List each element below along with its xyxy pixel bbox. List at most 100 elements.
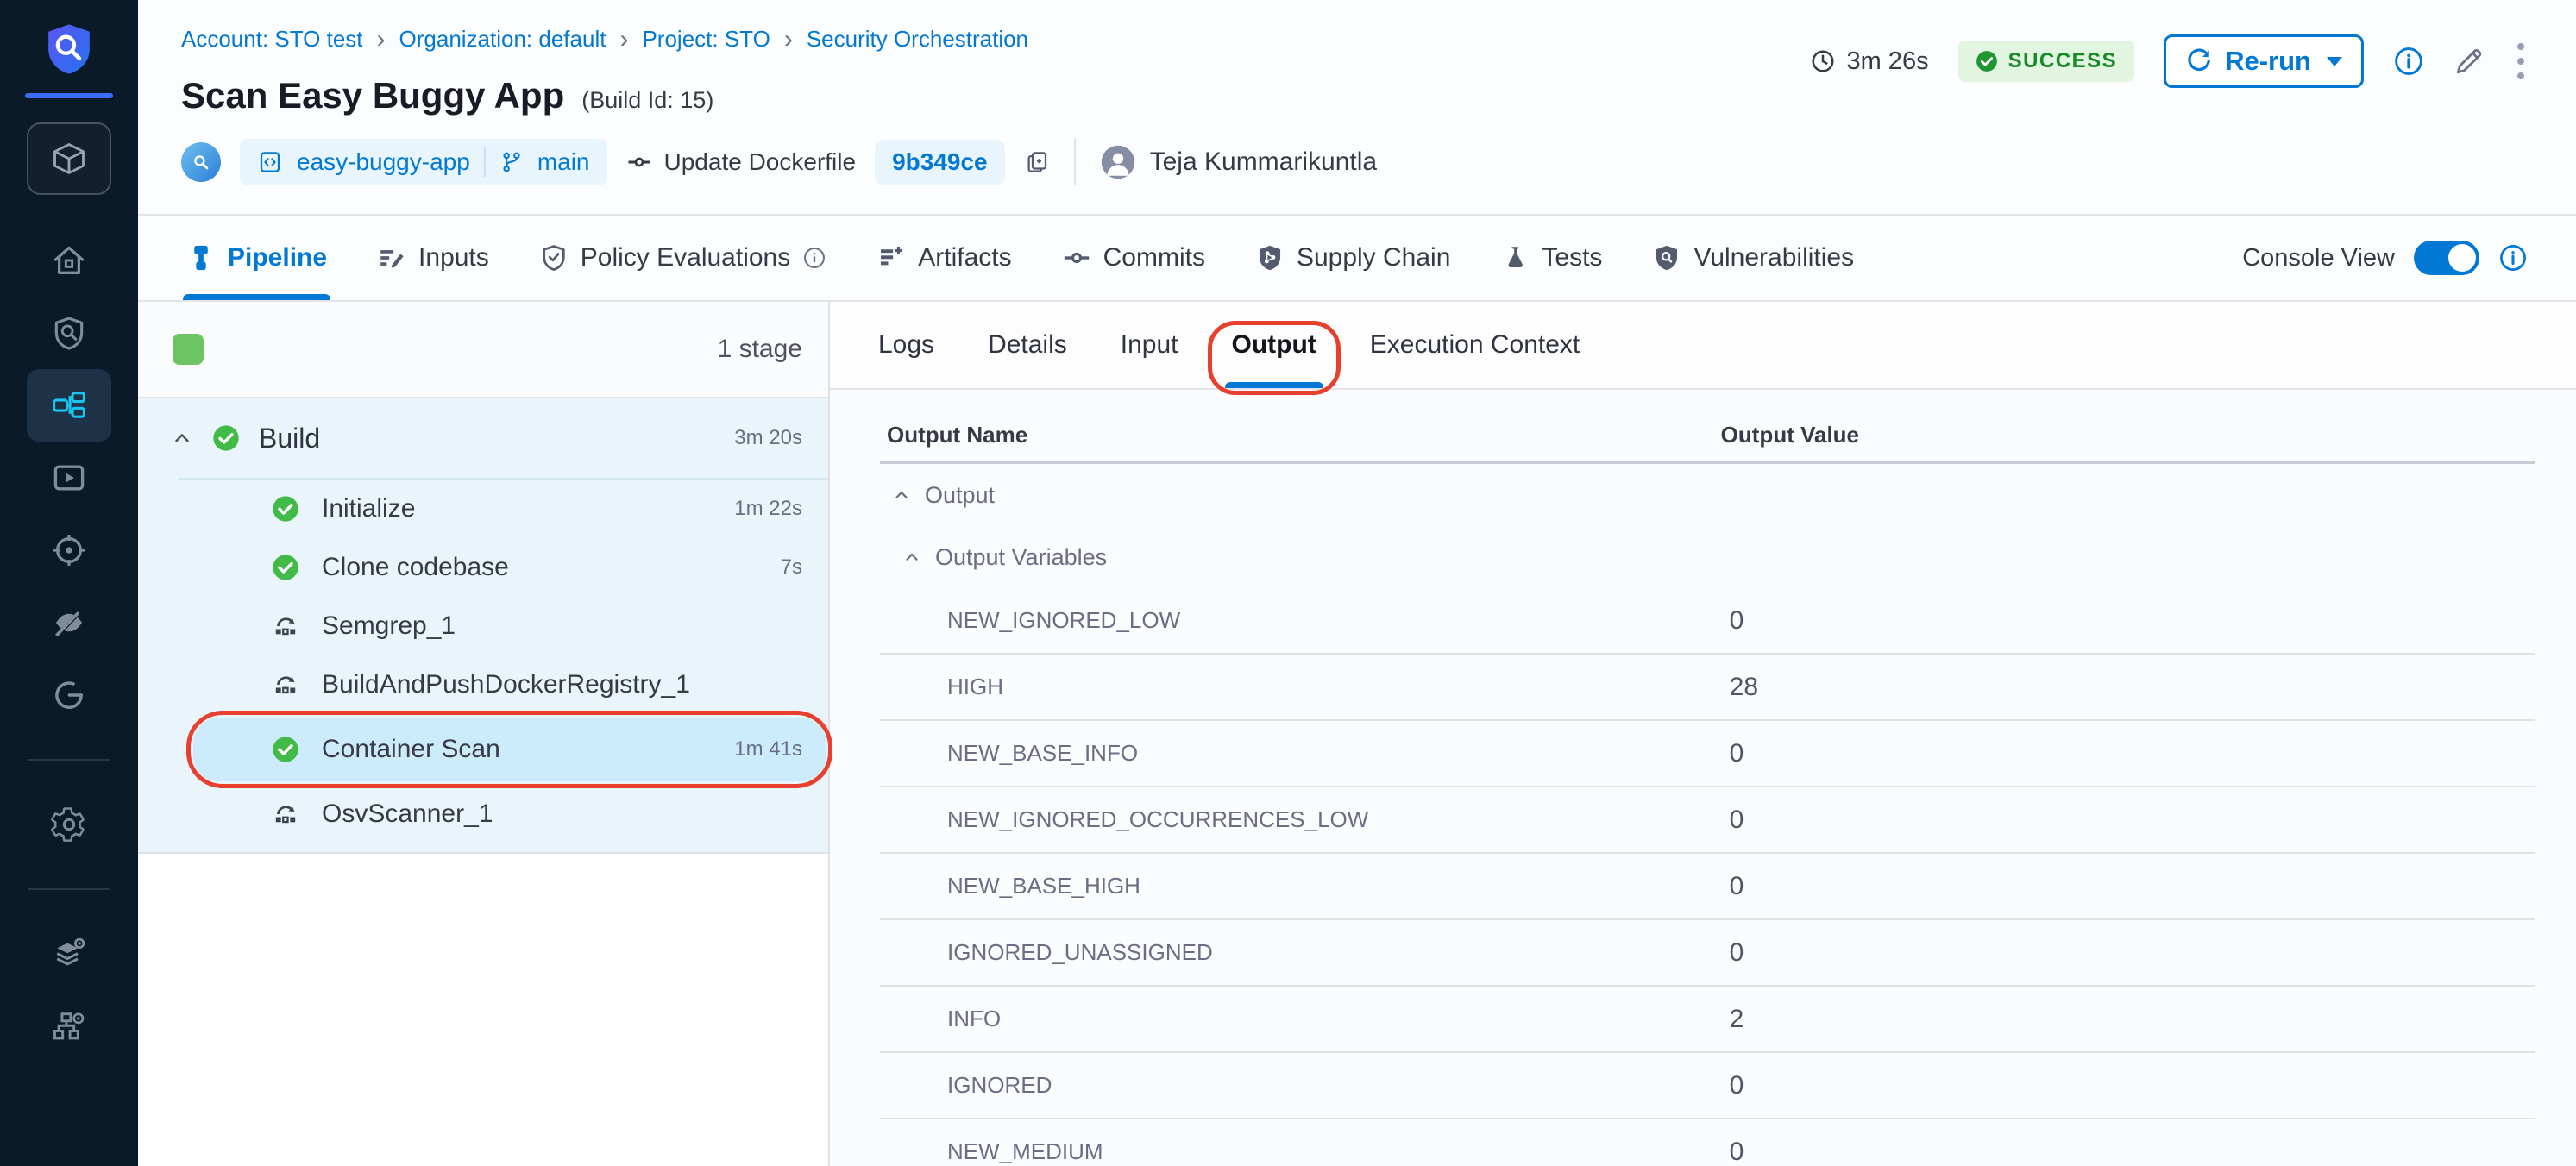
step-row-clone-codebase[interactable]: Clone codebase 7s (138, 538, 828, 597)
output-value: 0 (1714, 872, 2535, 901)
vulnerabilities-shield-icon (1652, 243, 1681, 273)
sidebar-item-pipelines[interactable] (27, 369, 111, 442)
table-row: HIGH 28 (880, 655, 2535, 721)
tab-tests[interactable]: Tests (1500, 216, 1602, 300)
sidebar-item-account-resources[interactable] (27, 990, 111, 1063)
target-icon (50, 531, 88, 569)
table-row: NEW_IGNORED_LOW 0 (880, 588, 2535, 655)
tab-label: Tests (1542, 243, 1602, 273)
build-id-label: (Build Id: 15) (581, 87, 713, 114)
trigger-avatar-icon (181, 142, 221, 182)
step-duration: 1m 22s (734, 497, 802, 521)
sidebar-item-get-started[interactable] (27, 659, 111, 731)
stage-name: Build (259, 423, 320, 454)
output-name: IGNORED_UNASSIGNED (880, 939, 1714, 966)
sidebar-item-project-settings[interactable] (27, 788, 111, 861)
rerun-button[interactable]: Re-run (2164, 34, 2364, 88)
tab-commits[interactable]: Commits (1062, 216, 1205, 300)
output-name: NEW_BASE_HIGH (880, 873, 1714, 900)
breadcrumb-account[interactable]: Account: STO test (181, 26, 363, 53)
chevron-up-icon[interactable] (892, 486, 911, 505)
gear-icon (50, 806, 88, 843)
repo-branch-pill[interactable]: easy-buggy-app main (240, 139, 607, 185)
more-options-menu[interactable] (2514, 40, 2528, 83)
inputs-tab-icon (377, 243, 406, 273)
tab-execution-context[interactable]: Execution Context (1370, 302, 1580, 388)
sidebar-item-default-settings[interactable] (27, 918, 111, 990)
output-value: 28 (1714, 673, 2535, 702)
copy-icon[interactable] (1024, 149, 1050, 175)
breadcrumb-separator: › (377, 28, 386, 51)
tab-input[interactable]: Input (1121, 302, 1178, 388)
step-row-initialize[interactable]: Initialize 1m 22s (138, 480, 828, 538)
breadcrumb-module[interactable]: Security Orchestration (807, 26, 1028, 53)
output-name: INFO (880, 1006, 1714, 1032)
left-nav-sidebar (0, 0, 138, 1166)
supply-chain-shield-icon (1255, 243, 1285, 273)
author-name: Teja Kummarikuntla (1150, 147, 1377, 177)
breadcrumb-project[interactable]: Project: STO (642, 26, 770, 53)
sidebar-item-executions[interactable] (27, 442, 111, 514)
output-tab-content: Output Name Output Value Output Outpu (830, 390, 2576, 1166)
tab-artifacts[interactable]: Artifacts (876, 216, 1011, 300)
tree-node-output-variables[interactable]: Output Variables (880, 526, 2535, 588)
tree-node-label: Output Variables (935, 544, 1107, 571)
chevron-up-icon[interactable] (902, 548, 921, 567)
step-row-container-scan[interactable]: Container Scan 1m 41s (193, 718, 826, 781)
cube-icon (50, 140, 88, 178)
tab-details[interactable]: Details (988, 302, 1067, 388)
module-selector-button[interactable] (27, 122, 111, 195)
sidebar-item-targets[interactable] (27, 514, 111, 586)
output-name: NEW_IGNORED_OCCURRENCES_LOW (880, 806, 1714, 833)
sidebar-item-exemptions[interactable] (27, 586, 111, 659)
tab-label: Policy Evaluations (581, 243, 790, 273)
branch-name[interactable]: main (537, 148, 590, 176)
tab-policy-evaluations[interactable]: Policy Evaluations (539, 216, 826, 300)
stage-panel-header: 1 stage (138, 302, 828, 398)
chevron-up-icon[interactable] (171, 427, 193, 449)
commit-message[interactable]: Update Dockerfile (664, 148, 857, 176)
tree-node-output[interactable]: Output (880, 464, 2535, 526)
table-row: NEW_IGNORED_OCCURRENCES_LOW 0 (880, 787, 2535, 854)
console-view-toggle[interactable] (2414, 241, 2479, 275)
tab-label: Supply Chain (1297, 243, 1450, 273)
tab-supply-chain[interactable]: Supply Chain (1255, 216, 1450, 300)
tab-output[interactable]: Output (1232, 302, 1316, 388)
edit-pencil-icon[interactable] (2453, 46, 2485, 77)
page-title: Scan Easy Buggy App (181, 75, 564, 116)
tab-logs[interactable]: Logs (878, 302, 934, 388)
commit-sha-badge[interactable]: 9b349ce (875, 140, 1005, 185)
success-check-icon (272, 736, 299, 763)
tab-vulnerabilities[interactable]: Vulnerabilities (1652, 216, 1854, 300)
table-row: IGNORED 0 (880, 1053, 2535, 1119)
executions-play-icon (50, 459, 88, 497)
repo-name[interactable]: easy-buggy-app (297, 148, 470, 176)
sidebar-item-overview[interactable] (27, 297, 111, 369)
execution-duration: 3m 26s (1846, 47, 1928, 76)
status-label: SUCCESS (2008, 49, 2118, 73)
tab-pipeline[interactable]: Pipeline (186, 216, 327, 300)
layers-gear-icon (50, 935, 88, 973)
info-icon[interactable] (802, 246, 826, 270)
step-row-build-and-push[interactable]: BuildAndPushDockerRegistry_1 (138, 655, 828, 714)
pill-separator (484, 147, 486, 177)
step-row-osvscanner[interactable]: OsvScanner_1 (138, 785, 828, 843)
tab-inputs[interactable]: Inputs (377, 216, 489, 300)
output-name: IGNORED (880, 1072, 1714, 1099)
step-row-semgrep[interactable]: Semgrep_1 (138, 597, 828, 655)
hierarchy-gear-icon (50, 1007, 88, 1045)
info-icon[interactable] (2498, 243, 2528, 273)
step-duration: 7s (781, 555, 802, 580)
tree-node-label: Output (925, 482, 995, 509)
loop-strategy-icon (272, 612, 299, 640)
breadcrumb-organization[interactable]: Organization: default (399, 26, 606, 53)
tab-label: Vulnerabilities (1693, 243, 1854, 273)
artifacts-tab-icon (876, 243, 906, 273)
stage-status-chip[interactable] (173, 334, 204, 365)
output-value: 0 (1714, 606, 2535, 636)
tab-label: Logs (878, 330, 934, 360)
info-icon[interactable] (2393, 46, 2424, 77)
sidebar-item-home[interactable] (27, 224, 111, 297)
tab-label: Inputs (418, 243, 489, 273)
stage-group-build[interactable]: Build 3m 20s (138, 398, 828, 478)
